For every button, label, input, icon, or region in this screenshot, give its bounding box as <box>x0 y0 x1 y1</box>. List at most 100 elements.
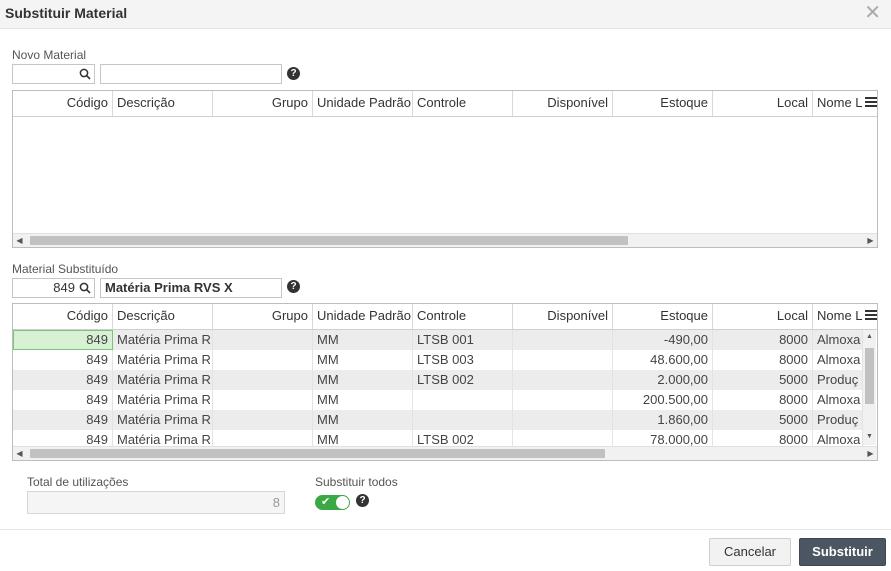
material-substituido-horizontal-scrollbar[interactable]: ◀ ▶ <box>13 446 877 460</box>
cell-grupo[interactable] <box>213 350 313 370</box>
cell-descricao[interactable]: Matéria Prima R <box>113 350 213 370</box>
cell-nome[interactable]: Produç <box>813 410 863 430</box>
cell-grupo[interactable] <box>213 370 313 390</box>
cell-disponivel[interactable] <box>513 390 613 410</box>
cell-disponivel[interactable] <box>513 350 613 370</box>
table-row[interactable]: 849 Matéria Prima R MM LTSB 002 2.000,00 5000… <box>13 370 863 390</box>
column-menu-icon[interactable] <box>865 309 877 321</box>
column-header-unidade-padrao[interactable]: Unidade Padrão <box>313 91 413 116</box>
column-header-controle[interactable]: Controle <box>413 91 513 116</box>
scrollbar-thumb[interactable] <box>865 348 874 404</box>
cell-controle[interactable]: LTSB 001 <box>413 330 513 350</box>
material-substituido-vertical-scrollbar[interactable]: ▲ ▼ <box>863 330 876 445</box>
cell-estoque[interactable]: 48.600,00 <box>613 350 713 370</box>
cell-descricao[interactable]: Matéria Prima R <box>113 390 213 410</box>
cell-nome[interactable]: Produç <box>813 370 863 390</box>
scroll-right-icon[interactable]: ▶ <box>864 234 877 247</box>
column-header-nome-local[interactable]: Nome L <box>813 91 863 116</box>
cell-grupo[interactable] <box>213 330 313 350</box>
cell-nome[interactable]: Almoxa <box>813 390 863 410</box>
table-row[interactable]: 849 Matéria Prima R MM LTSB 001 -490,00 8000 A… <box>13 330 863 350</box>
cell-descricao[interactable]: Matéria Prima R <box>113 370 213 390</box>
cell-estoque[interactable]: 200.500,00 <box>613 390 713 410</box>
cell-disponivel[interactable] <box>513 330 613 350</box>
column-header-grupo[interactable]: Grupo <box>213 91 313 116</box>
material-substituido-description-input[interactable]: Matéria Prima RVS X <box>100 278 282 298</box>
column-header-local[interactable]: Local <box>713 304 813 329</box>
cell-codigo[interactable]: 849 <box>13 330 113 350</box>
cell-controle[interactable] <box>413 410 513 430</box>
cell-descricao[interactable]: Matéria Prima R <box>113 410 213 430</box>
column-header-local[interactable]: Local <box>713 91 813 116</box>
help-icon[interactable]: ? <box>287 280 300 293</box>
column-header-descricao[interactable]: Descrição <box>113 304 213 329</box>
cell-unidade[interactable]: MM <box>313 350 413 370</box>
cell-unidade[interactable]: MM <box>313 330 413 350</box>
cell-controle[interactable]: LTSB 002 <box>413 370 513 390</box>
cell-descricao[interactable]: Matéria Prima R <box>113 330 213 350</box>
cell-controle[interactable]: LTSB 003 <box>413 350 513 370</box>
column-header-estoque[interactable]: Estoque <box>613 304 713 329</box>
cell-codigo[interactable]: 849 <box>13 390 113 410</box>
material-substituido-code-value: 849 <box>53 280 75 295</box>
column-header-codigo[interactable]: Código <box>13 304 113 329</box>
column-header-unidade-padrao[interactable]: Unidade Padrão <box>313 304 413 329</box>
column-header-disponivel[interactable]: Disponível <box>513 304 613 329</box>
search-icon[interactable] <box>79 68 91 80</box>
cell-codigo[interactable]: 849 <box>13 370 113 390</box>
table-row[interactable]: 849 Matéria Prima R MM 1.860,00 5000 Produç <box>13 410 863 430</box>
column-header-grupo[interactable]: Grupo <box>213 304 313 329</box>
column-header-nome-local[interactable]: Nome L <box>813 304 863 329</box>
material-substituido-label: Material Substituído <box>12 262 119 276</box>
column-header-codigo[interactable]: Código <box>13 91 113 116</box>
scrollbar-thumb[interactable] <box>30 236 628 245</box>
cell-estoque[interactable]: -490,00 <box>613 330 713 350</box>
cell-estoque[interactable]: 1.860,00 <box>613 410 713 430</box>
cell-grupo[interactable] <box>213 390 313 410</box>
cell-local[interactable]: 5000 <box>713 410 813 430</box>
scroll-up-icon[interactable]: ▲ <box>863 330 876 343</box>
cell-disponivel[interactable] <box>513 370 613 390</box>
cell-grupo[interactable] <box>213 410 313 430</box>
cell-estoque[interactable]: 2.000,00 <box>613 370 713 390</box>
cell-unidade[interactable]: MM <box>313 390 413 410</box>
column-header-estoque[interactable]: Estoque <box>613 91 713 116</box>
scroll-right-icon[interactable]: ▶ <box>864 447 877 460</box>
scroll-left-icon[interactable]: ◀ <box>13 447 26 460</box>
substituir-button[interactable]: Substituir <box>799 538 886 566</box>
cell-disponivel[interactable] <box>513 410 613 430</box>
column-header-disponivel[interactable]: Disponível <box>513 91 613 116</box>
cell-nome[interactable]: Almoxa <box>813 350 863 370</box>
novo-material-description-input[interactable] <box>100 64 282 84</box>
cell-codigo[interactable]: 849 <box>13 410 113 430</box>
footer-divider <box>0 529 891 530</box>
column-menu-icon[interactable] <box>865 96 877 108</box>
help-icon[interactable]: ? <box>356 494 369 507</box>
scroll-down-icon[interactable]: ▼ <box>863 430 876 443</box>
cell-controle[interactable] <box>413 390 513 410</box>
cancel-button[interactable]: Cancelar <box>709 538 791 566</box>
cell-unidade[interactable]: MM <box>313 410 413 430</box>
cell-local[interactable]: 8000 <box>713 350 813 370</box>
table-row[interactable]: 849 Matéria Prima R MM 200.500,00 8000 Almoxa <box>13 390 863 410</box>
close-icon[interactable]: ✕ <box>864 2 881 24</box>
cell-codigo[interactable]: 849 <box>13 350 113 370</box>
novo-material-horizontal-scrollbar[interactable]: ◀ ▶ <box>13 233 877 247</box>
column-header-controle[interactable]: Controle <box>413 304 513 329</box>
cell-unidade[interactable]: MM <box>313 370 413 390</box>
total-utilizacoes-field: 8 <box>27 491 285 514</box>
table-row[interactable]: 849 Matéria Prima R MM LTSB 003 48.600,00 800… <box>13 350 863 370</box>
scroll-left-icon[interactable]: ◀ <box>13 234 26 247</box>
search-icon[interactable] <box>79 282 91 294</box>
scrollbar-thumb[interactable] <box>30 449 605 458</box>
novo-material-code-input[interactable] <box>12 64 95 84</box>
column-header-descricao[interactable]: Descrição <box>113 91 213 116</box>
cell-local[interactable]: 8000 <box>713 390 813 410</box>
help-icon[interactable]: ? <box>287 67 300 80</box>
substituir-todos-toggle[interactable]: ✔ <box>315 495 350 510</box>
cell-local[interactable]: 5000 <box>713 370 813 390</box>
cell-local[interactable]: 8000 <box>713 330 813 350</box>
cell-nome[interactable]: Almoxa <box>813 330 863 350</box>
check-icon: ✔ <box>321 496 331 508</box>
material-substituido-code-input[interactable]: 849 <box>12 278 95 298</box>
